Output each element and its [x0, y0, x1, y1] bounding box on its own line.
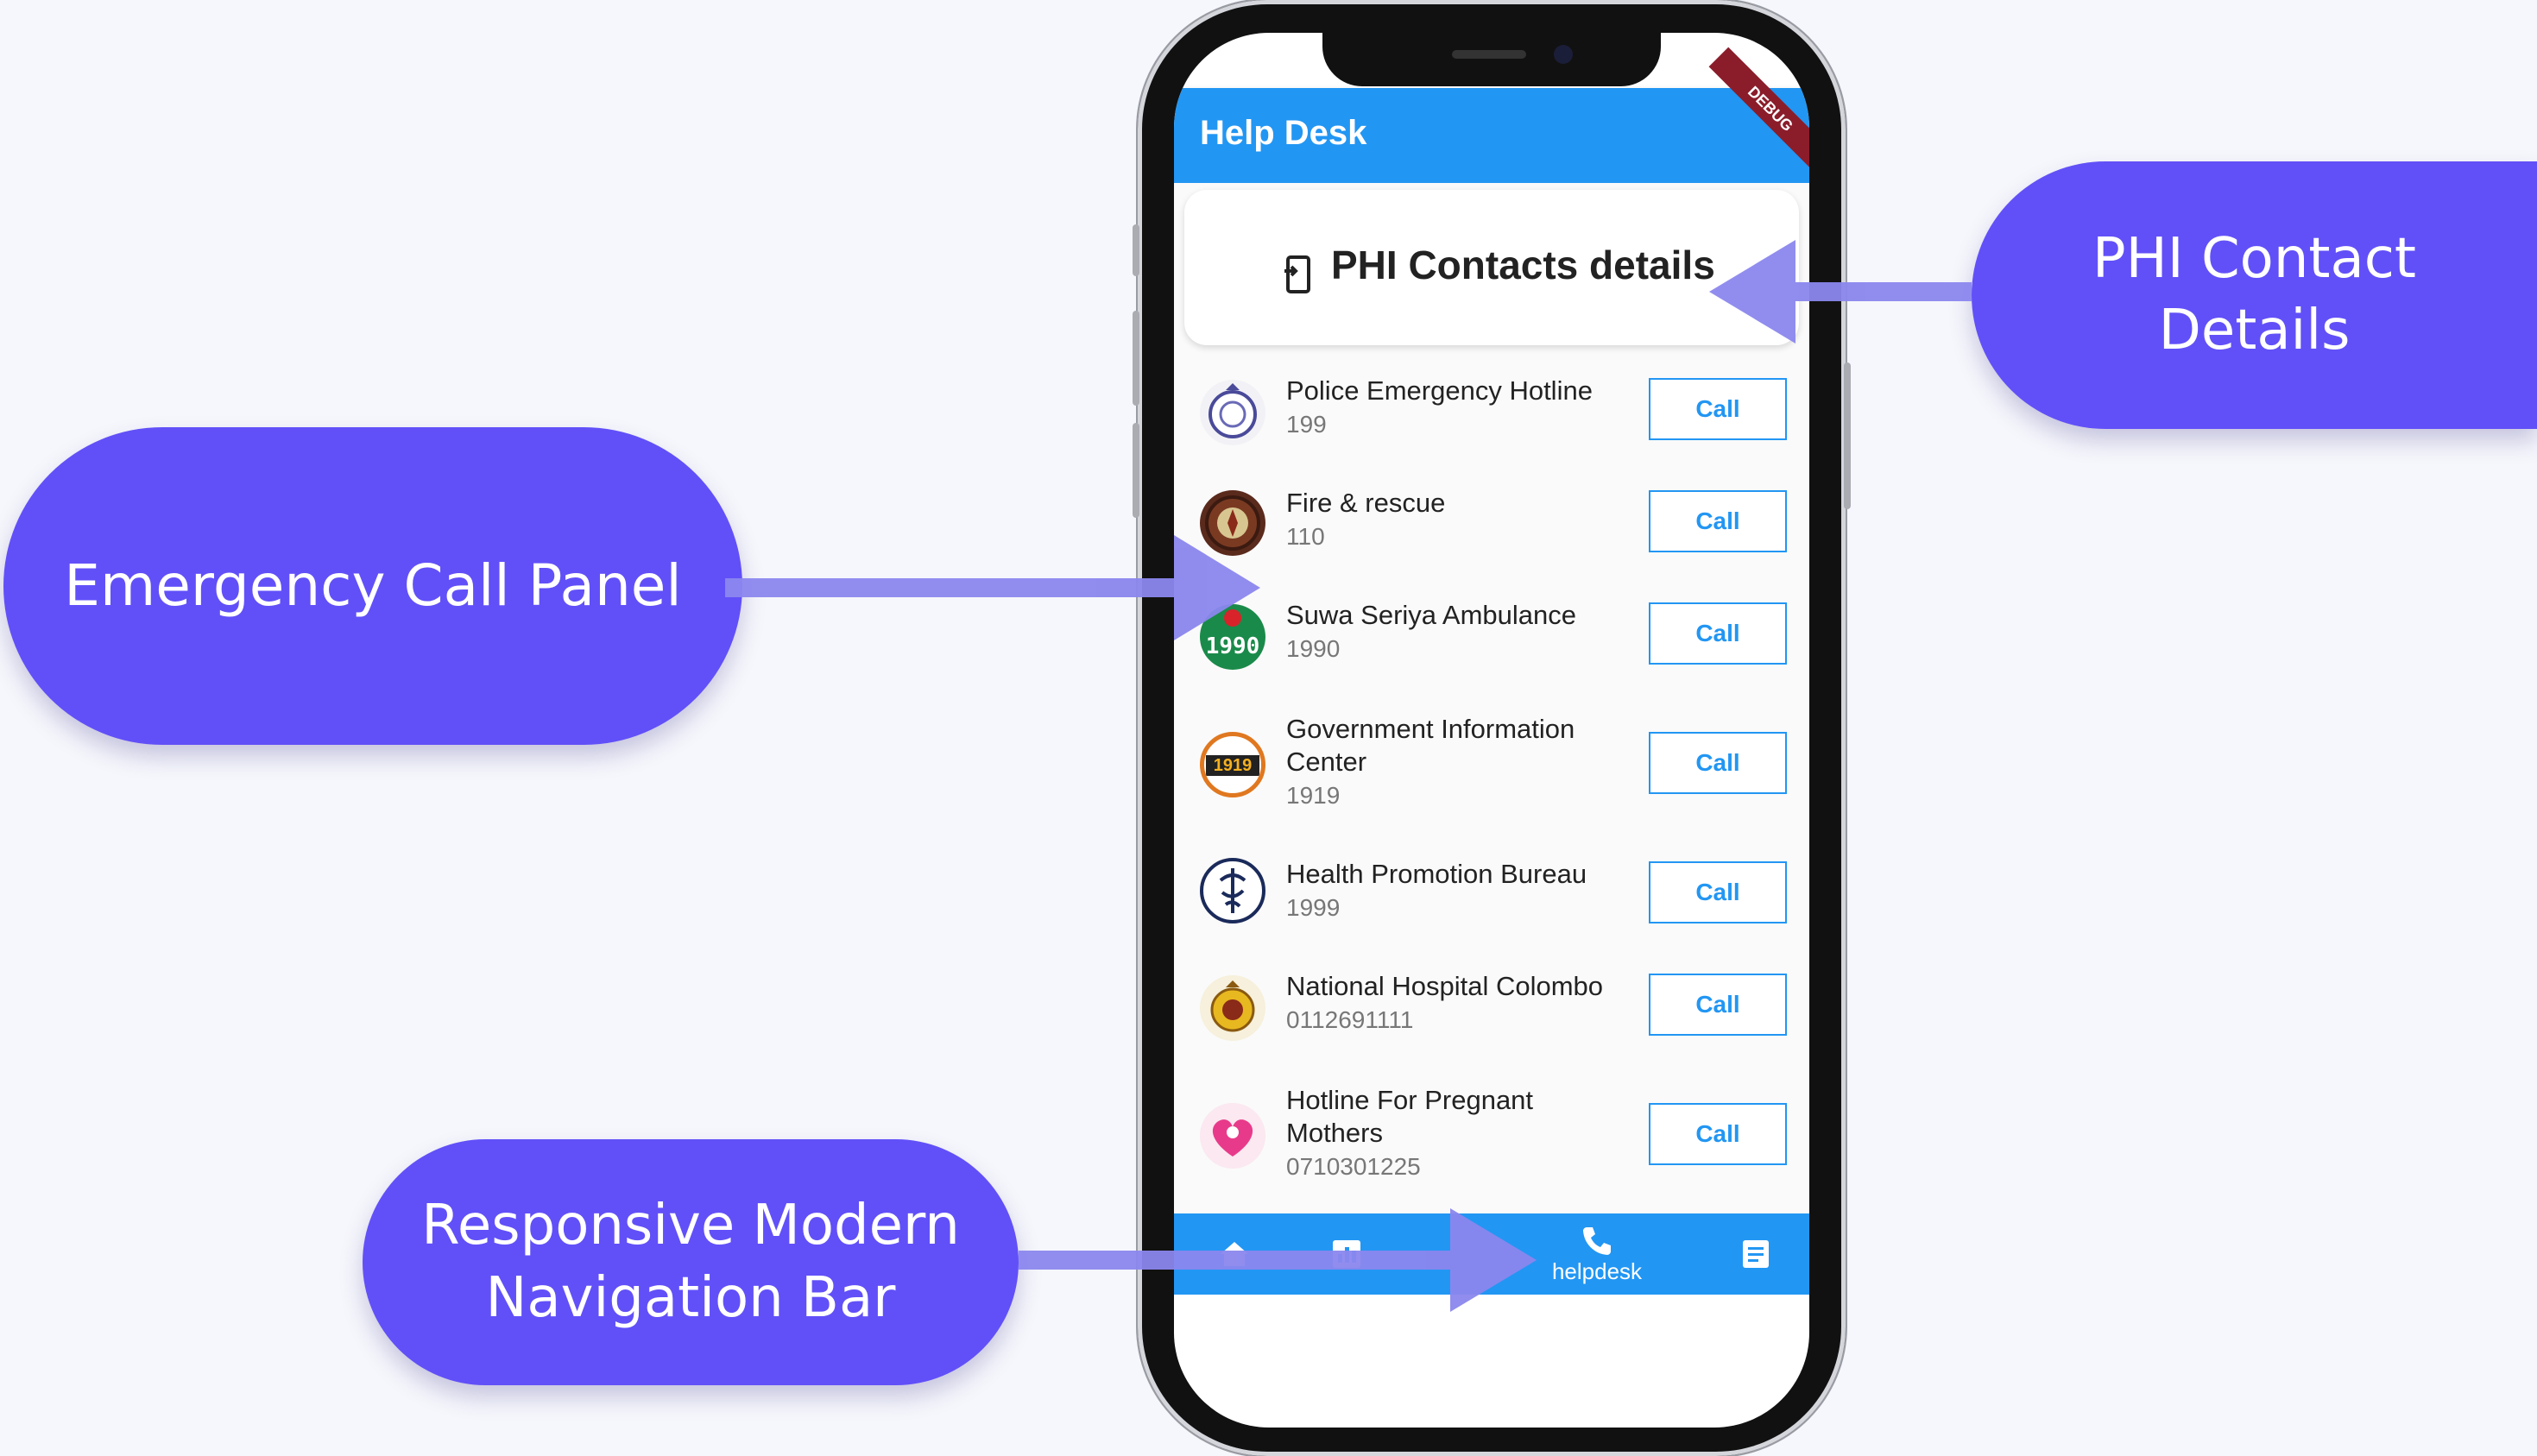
dashboard-icon	[1333, 1240, 1360, 1268]
gic-logo-text: 1919	[1206, 755, 1259, 776]
card-title: PHI Contacts details	[1331, 243, 1715, 287]
contact-number: 0112691111	[1286, 1006, 1414, 1033]
gic-logo-icon: 1919	[1200, 732, 1265, 797]
contact-number: 1999	[1286, 894, 1341, 921]
camera	[1554, 45, 1573, 64]
debug-banner: DEBUG	[1708, 47, 1809, 171]
callout-text: Details	[2158, 299, 2351, 362]
navigation-bar-callout: Responsive Modern Navigation Bar	[363, 1139, 1019, 1385]
call-button-police[interactable]: Call	[1649, 378, 1787, 440]
contact-number: 1990	[1286, 635, 1341, 662]
hpb-logo-icon	[1200, 858, 1265, 923]
nav-helpdesk[interactable]: helpdesk	[1537, 1213, 1657, 1295]
contact-name: Fire & rescue	[1286, 488, 1446, 518]
volume-up-button	[1133, 311, 1139, 406]
phone-icon	[1583, 1226, 1611, 1255]
national-hospital-logo-icon	[1200, 975, 1265, 1041]
nav-helpdesk-label: helpdesk	[1551, 1257, 1643, 1284]
call-button-ambulance[interactable]: Call	[1649, 602, 1787, 665]
phi-contacts-card: PHI Contacts details	[1184, 190, 1799, 345]
phone-screen: Help Desk DEBUG PHI Contacts details Pol…	[1174, 33, 1809, 1428]
nav-documents[interactable]	[1721, 1213, 1790, 1295]
callout-text: Responsive Modern	[421, 1194, 960, 1258]
mothers-hotline-logo-icon	[1200, 1103, 1265, 1169]
document-icon	[1743, 1240, 1769, 1268]
contact-row: Fire & rescue 110 Call	[1174, 476, 1809, 580]
police-logo-icon	[1200, 380, 1265, 445]
contact-number: 110	[1286, 523, 1325, 550]
contact-name: Police Emergency Hotline	[1286, 375, 1593, 406]
phi-contact-details-callout: PHI Contact Details	[1972, 161, 2537, 429]
side-button	[1133, 224, 1139, 276]
contact-number: 1919	[1286, 782, 1341, 809]
contact-row: Police Emergency Hotline 199 Call	[1174, 364, 1809, 468]
home-icon	[1221, 1242, 1248, 1266]
call-button-mothers-hotline[interactable]: Call	[1649, 1103, 1787, 1165]
notch	[1322, 33, 1661, 86]
ambulance-logo-text: 1990	[1205, 633, 1260, 659]
contact-name: Health Promotion Bureau	[1286, 859, 1587, 889]
nav-home[interactable]	[1200, 1213, 1269, 1295]
contact-number: 199	[1286, 411, 1327, 438]
contact-list-panel: PHI Contacts details Police Emergency Ho…	[1174, 183, 1809, 1213]
contact-phone-icon	[1284, 255, 1310, 293]
volume-down-button	[1133, 423, 1139, 518]
contact-name: Suwa Seriya Ambulance	[1286, 600, 1577, 630]
nav-dashboard[interactable]	[1312, 1213, 1381, 1295]
app-bar: Help Desk DEBUG	[1174, 47, 1809, 183]
bottom-navigation-bar: helpdesk	[1174, 1213, 1809, 1295]
contact-name: Government Information Center	[1286, 714, 1575, 777]
contact-number: 0710301225	[1286, 1153, 1421, 1180]
power-button	[1844, 362, 1851, 509]
contact-row: Health Promotion Bureau 1999 Call	[1174, 848, 1809, 951]
contact-row: National Hospital Colombo 0112691111 Cal…	[1174, 960, 1809, 1063]
phone-frame: Help Desk DEBUG PHI Contacts details Pol…	[1133, 0, 1851, 1456]
call-button-gic[interactable]: Call	[1649, 732, 1787, 794]
callout-text: Navigation Bar	[485, 1265, 896, 1330]
speaker	[1452, 50, 1526, 59]
callout-text: Emergency Call Panel	[64, 552, 682, 620]
emergency-call-panel-callout: Emergency Call Panel	[3, 427, 742, 745]
call-button-hpb[interactable]: Call	[1649, 861, 1787, 923]
contact-name: National Hospital Colombo	[1286, 971, 1604, 1001]
contact-row: 1919 Government Information Center 1919 …	[1174, 701, 1809, 830]
contact-name: Hotline For Pregnant Mothers	[1286, 1085, 1534, 1148]
emergency-arrow-shaft	[725, 578, 1191, 597]
app-title: Help Desk	[1200, 114, 1367, 152]
callout-text: PHI Contact	[2092, 226, 2416, 291]
contact-row: Hotline For Pregnant Mothers 0710301225 …	[1174, 1072, 1809, 1201]
contact-row: 1990 Suwa Seriya Ambulance 1990 Call	[1174, 589, 1809, 692]
fire-rescue-logo-icon	[1200, 490, 1265, 556]
call-button-fire[interactable]: Call	[1649, 490, 1787, 552]
call-button-national-hospital[interactable]: Call	[1649, 974, 1787, 1036]
ambulance-logo-icon: 1990	[1200, 604, 1265, 670]
